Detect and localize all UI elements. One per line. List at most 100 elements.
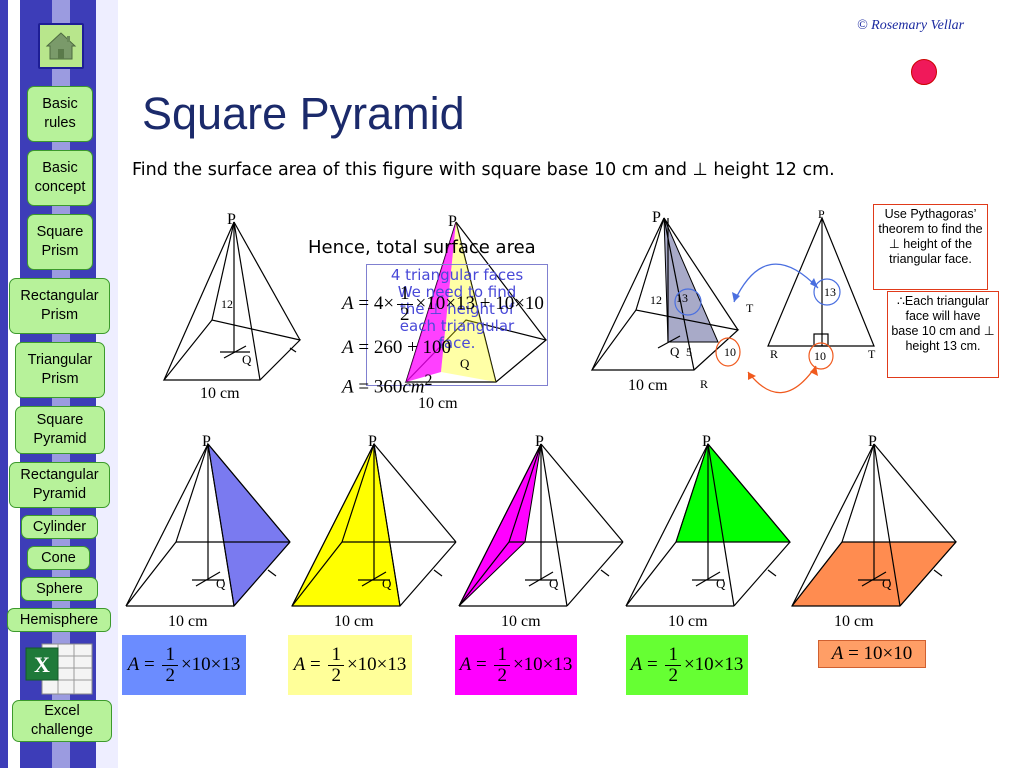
home-button[interactable] [38, 23, 84, 69]
nav-rectangular-prism[interactable]: Rectangular Prism [9, 278, 110, 334]
center-label: Q [670, 344, 680, 359]
fraction: 12 [494, 644, 510, 686]
formula-rest: ×10×13 + 10×10 [415, 292, 544, 314]
frac-den: 2 [331, 664, 341, 686]
frac-den: 2 [165, 664, 175, 686]
formula-line-2: A = 260 + 100 [342, 337, 452, 358]
house-icon [45, 32, 77, 60]
formula-rest: ×10×13 [346, 654, 407, 675]
frac-num: 1 [665, 644, 681, 666]
pyramid-edge [566, 541, 624, 607]
midpoint-label: R [700, 377, 708, 391]
sidebar: Basic rules Basic concept Square Prism R… [0, 0, 118, 768]
frac-den: 2 [497, 664, 507, 686]
nav-label: Basic rules [42, 96, 78, 131]
area-formula-box: A = 1 2 ×10×13 [122, 635, 246, 695]
nav-basic-rules[interactable]: Basic rules [27, 86, 93, 142]
height-label: 12 [221, 297, 233, 311]
frac-num: 1 [494, 644, 510, 666]
record-button[interactable] [911, 59, 937, 85]
formula-rest: 10×10 [863, 643, 913, 664]
frac-num: 1 [397, 284, 413, 305]
frac-num: 1 [328, 644, 344, 666]
half-base-label: 5 [686, 345, 692, 359]
formula-unit: cm [402, 376, 425, 398]
nav-excel-challenge[interactable]: Excel challenge [12, 700, 112, 742]
connector-arrows [732, 263, 819, 394]
pyramid-edge [933, 569, 943, 577]
pyramid-edge [767, 569, 777, 577]
pyramid-edge [625, 541, 677, 607]
base-label: 10 cm [628, 377, 668, 394]
nav-triangular-prism[interactable]: Triangular Prism [15, 342, 105, 398]
nav-label: Rectangular Prism [20, 288, 99, 323]
center-label: Q [216, 576, 226, 591]
face-pyramid: P Q 10 cm [125, 433, 291, 630]
svg-text:X: X [34, 652, 50, 677]
pyramid-edge [733, 541, 791, 607]
base-label: 10 cm [501, 613, 541, 630]
nav-basic-concept[interactable]: Basic concept [27, 150, 93, 206]
formula-var: A [342, 292, 354, 314]
nav-square-prism[interactable]: Square Prism [27, 214, 93, 270]
fraction: 12 [397, 284, 413, 325]
pyramid-edge [125, 541, 177, 607]
apex-label: P [227, 212, 236, 228]
nav-hemisphere[interactable]: Hemisphere [7, 608, 111, 632]
nav-label: Cylinder [32, 518, 87, 535]
formula-rest: ×10×13 [512, 654, 573, 675]
corner-label: T [868, 347, 876, 361]
formula-rest: 360 [373, 376, 403, 398]
fraction: 12 [665, 644, 681, 686]
formula-rest: ×10×13 [683, 654, 744, 675]
nav-cylinder[interactable]: Cylinder [21, 515, 98, 539]
pyramid-edge [458, 541, 510, 607]
pythagoras-note: Use Pythagoras’ theorem to find the ⊥ he… [873, 204, 988, 290]
face-pyramid: P Q 10 cm [625, 433, 792, 630]
base-label: 10 cm [168, 613, 208, 630]
apex-label: P [202, 433, 211, 450]
sidebar-stripe [0, 0, 8, 768]
pyramid-edge [125, 443, 209, 607]
frac-den: 2 [400, 304, 410, 325]
frac-num: 1 [162, 644, 178, 666]
formula-var: A [630, 654, 643, 675]
pyramid-edge [458, 443, 542, 607]
nav-square-pyramid[interactable]: Square Pyramid [15, 406, 105, 454]
height-label: 12 [650, 293, 662, 307]
question-text: Find the surface area of this figure wit… [132, 160, 835, 180]
frac-den: 2 [668, 664, 678, 686]
apex-label: P [702, 433, 711, 450]
base-label: 10 cm [668, 613, 708, 630]
pythagoras-note-text: Use Pythagoras’ theorem to find the ⊥ he… [878, 207, 983, 266]
pyramid-edge [841, 443, 875, 543]
excel-icon[interactable]: X [20, 640, 96, 698]
pyramid-diagram: P 12 Q 10 cm [162, 212, 302, 402]
fraction: 12 [328, 644, 344, 686]
formula-mult: 4× [373, 292, 395, 314]
nav-rectangular-pyramid[interactable]: Rectangular Pyramid [9, 462, 110, 508]
formula-line-1: A = 4× 1 2 ×10×13 + 10×10 [342, 283, 544, 325]
area-formula-box: A = 1 2 ×10×13 [455, 635, 577, 695]
formula-rest: 260 + 100 [373, 337, 452, 358]
pyramid-edge [175, 443, 209, 543]
center-label: Q [382, 576, 392, 591]
slide-main: © Rosemary Vellar Square Pyramid Find th… [118, 0, 1024, 768]
each-face-note-text: ∴Each triangular face will have base 10 … [891, 294, 995, 353]
page-title: Square Pyramid [142, 88, 465, 139]
formula-var: A [342, 376, 354, 398]
area-formula-box: A = 1 2 ×10×13 [288, 635, 412, 695]
pyramid-edge [600, 569, 610, 577]
nav-cone[interactable]: Cone [27, 546, 90, 570]
fraction: 12 [162, 644, 178, 686]
formula-var: A [831, 643, 844, 664]
base-label: 10 cm [834, 613, 874, 630]
apex-label: P [448, 213, 457, 230]
formula-var: A [293, 654, 306, 675]
face-pyramid: P Q 10 cm [790, 433, 958, 630]
nav-label: Basic concept [34, 160, 86, 195]
center-label: Q [882, 576, 892, 591]
formula-var: A [127, 654, 140, 675]
nav-label: Triangular Prism [27, 352, 93, 387]
nav-sphere[interactable]: Sphere [21, 577, 98, 601]
